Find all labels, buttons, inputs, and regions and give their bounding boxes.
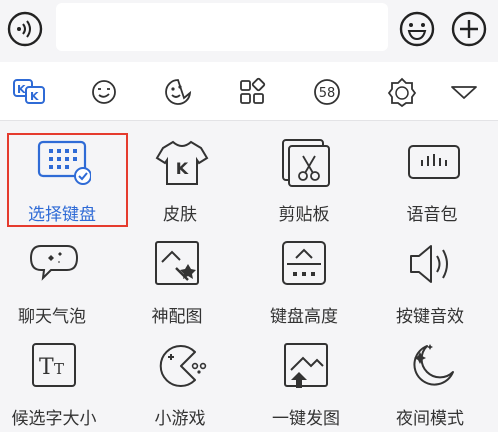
item-label: 键盘高度 — [270, 307, 338, 327]
scissors-clipboard-icon — [279, 136, 331, 188]
plus-icon[interactable] — [450, 10, 488, 48]
night-mode-item[interactable]: 夜间模式 — [368, 328, 492, 432]
emoji-face-icon[interactable] — [82, 70, 126, 114]
chat-bubble-item[interactable]: 聊天气泡 — [0, 226, 114, 330]
voice-icon[interactable] — [6, 10, 44, 48]
text-input[interactable] — [56, 3, 388, 51]
selection-highlight — [7, 133, 128, 227]
voice-pack-icon — [407, 136, 460, 188]
item-label: 夜间模式 — [396, 409, 464, 429]
item-label: 语音包 — [406, 205, 458, 225]
key-sound-item[interactable]: 按键音效 — [368, 226, 492, 330]
keyboard-height-item[interactable]: 键盘高度 — [242, 226, 366, 330]
skin-item[interactable]: K 皮肤 — [118, 124, 242, 228]
svg-text:T: T — [39, 355, 54, 380]
send-image-icon — [281, 340, 333, 392]
smiley-icon[interactable] — [398, 10, 436, 48]
svg-text:T: T — [54, 360, 64, 378]
magic-image-icon — [152, 238, 204, 290]
mini-game-item[interactable]: 小游戏 — [118, 328, 242, 432]
item-label: 聊天气泡 — [18, 307, 86, 327]
keyboard-height-icon — [279, 238, 331, 290]
item-label: 剪贴板 — [278, 205, 330, 225]
apps-grid-icon[interactable] — [230, 70, 274, 114]
sticker-face-icon[interactable] — [156, 70, 200, 114]
category-tab-bar: K K 58 — [0, 62, 498, 120]
keyboard-toolbar — [0, 0, 498, 60]
number-58-icon[interactable]: 58 — [305, 70, 349, 114]
badge-icon[interactable] — [380, 70, 424, 114]
text-size-icon: T T — [29, 340, 81, 392]
moon-icon — [405, 340, 457, 392]
item-label: 神配图 — [151, 307, 203, 327]
svg-text:K: K — [30, 90, 39, 103]
tshirt-k-icon: K — [155, 136, 209, 188]
svg-text:K: K — [17, 83, 26, 96]
candidate-size-item[interactable]: T T 候选字大小 — [0, 328, 116, 432]
clipboard-item[interactable]: 剪贴板 — [242, 124, 366, 228]
one-tap-send-image-item[interactable]: 一键发图 — [244, 328, 368, 432]
speaker-icon — [405, 238, 457, 290]
svg-text:58: 58 — [319, 86, 336, 101]
item-label: 候选字大小 — [11, 409, 97, 429]
triangle-down-icon[interactable] — [442, 70, 486, 114]
magic-image-item[interactable]: 神配图 — [115, 226, 239, 330]
item-label: 皮肤 — [163, 205, 197, 225]
pacman-game-icon — [155, 340, 207, 392]
chat-bubble-icon — [27, 238, 79, 290]
item-label: 小游戏 — [154, 409, 206, 429]
svg-text:K: K — [176, 159, 189, 178]
item-label: 一键发图 — [272, 409, 340, 429]
kk-keyboard-icon[interactable]: K K — [8, 70, 52, 114]
voice-pack-item[interactable]: 语音包 — [370, 124, 494, 228]
item-label: 按键音效 — [396, 307, 464, 327]
